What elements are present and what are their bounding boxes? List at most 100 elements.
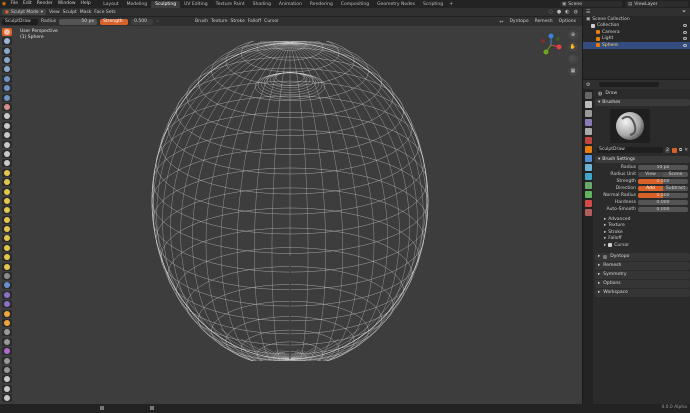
smooth-tool-icon[interactable] [2, 112, 12, 121]
view-layer-selector[interactable]: ▤ ViewLayer [626, 1, 688, 7]
panel-remesh[interactable]: ▸ Remesh [595, 261, 690, 270]
elastic-deform-tool-icon[interactable] [2, 178, 12, 187]
menu-render[interactable]: Render [34, 0, 55, 8]
menu-face-sets[interactable]: Face Sets [94, 10, 115, 15]
outliner-row-sphere[interactable]: Sphere [583, 42, 690, 49]
snake-hook-tool-icon[interactable] [2, 187, 12, 196]
color-filter-tool-icon[interactable] [2, 394, 12, 403]
tool-tab-icon[interactable] [584, 92, 592, 99]
new-brush-icon[interactable]: ⧉ [679, 147, 682, 153]
direction-add[interactable]: Add [638, 185, 663, 192]
material-tab-icon[interactable] [584, 200, 592, 207]
physics-tab-icon[interactable] [584, 173, 592, 180]
data-tab-icon[interactable] [584, 191, 592, 198]
layer-tool-icon[interactable] [2, 74, 12, 83]
radius-unit-scene[interactable]: Scene [663, 171, 688, 178]
thumb-tool-icon[interactable] [2, 197, 12, 205]
draw-tool-icon[interactable] [2, 28, 12, 36]
tab-compositing[interactable]: Compositing [337, 1, 373, 8]
brush-settings-panel-header[interactable]: ▾ Brush Settings [595, 156, 690, 163]
multires-displacement-eraser-tool-icon[interactable] [2, 290, 12, 299]
panel-symmetry[interactable]: ▸ Symmetry [595, 270, 690, 279]
camera-view-icon[interactable]: 🎥 [568, 54, 578, 64]
viewport-shading-rendered-icon[interactable]: ◍ [574, 9, 578, 15]
scene-tab-icon[interactable] [584, 128, 592, 135]
modifier-tab-icon[interactable] [584, 155, 592, 162]
draw-sharp-tool-icon[interactable] [2, 37, 12, 46]
blender-logo-icon[interactable]: ◉ [0, 0, 8, 8]
navigation-gizmo[interactable] [538, 32, 564, 58]
normal-radius-slider[interactable]: 0.500 [638, 192, 688, 199]
grid-icon[interactable]: ▦ [568, 66, 578, 76]
delete-brush-icon[interactable]: ✕ [684, 148, 688, 153]
boundary-tool-icon[interactable] [2, 243, 12, 252]
smear-tool-icon[interactable] [2, 319, 12, 327]
fake-user-icon[interactable] [672, 147, 677, 153]
menu-help[interactable]: Help [78, 0, 93, 8]
autosmooth-slider[interactable]: 0.000 [638, 206, 688, 213]
fill-tool-icon[interactable] [2, 131, 12, 140]
mesh-filter-tool-icon[interactable] [2, 375, 12, 384]
viewport-shading-wireframe-icon[interactable]: ◌ [549, 9, 553, 15]
remesh-dropdown[interactable]: Remesh [535, 19, 553, 25]
texture-dropdown[interactable]: Texture [211, 19, 227, 24]
scene-selector[interactable]: ▣ Scene [560, 1, 622, 7]
object-tab-icon[interactable] [584, 146, 592, 153]
radius-field[interactable]: 50 px [638, 164, 688, 171]
slide-relax-tool-icon[interactable] [2, 234, 12, 243]
brush-dropdown[interactable]: Brush [195, 19, 208, 24]
clay-strips-tool-icon[interactable] [2, 56, 12, 64]
cloth-filter-tool-icon[interactable] [2, 384, 12, 393]
menu-window[interactable]: Window [55, 0, 78, 8]
cursor-checkbox[interactable] [608, 243, 613, 248]
box-trim-tool-icon[interactable] [2, 356, 12, 365]
multiplane-scrape-tool-icon[interactable] [2, 150, 12, 158]
clay-thumb-tool-icon[interactable] [2, 65, 12, 74]
brushes-panel-header[interactable]: ▾ Brushes [595, 99, 690, 106]
3d-viewport[interactable]: User Perspective (1) Sphere ⊕ ✋ 🎥 ▦ [0, 26, 582, 412]
mode-dropdown[interactable]: ● Sculpt Mode ▾ [2, 9, 46, 15]
texture-tab-icon[interactable] [584, 209, 592, 216]
tab-geometry-nodes[interactable]: Geometry Nodes [373, 1, 419, 8]
tab-shading[interactable]: Shading [249, 1, 275, 8]
tab-sculpting[interactable]: Sculpting [151, 0, 181, 8]
dyntopo-checkbox[interactable] [603, 254, 608, 259]
hardness-slider[interactable]: 0.000 [638, 199, 688, 206]
output-tab-icon[interactable] [584, 110, 592, 117]
properties-search[interactable] [599, 82, 660, 87]
blob-tool-icon[interactable] [2, 93, 12, 102]
menu-mask[interactable]: Mask [80, 10, 92, 15]
viewport-shading-material-icon[interactable]: ◐ [565, 9, 569, 15]
panel-workspace[interactable]: ▸ Workspace [595, 288, 690, 297]
brush-selector[interactable]: SculptDraw [2, 18, 38, 25]
line-project-tool-icon[interactable] [2, 366, 12, 374]
box-face-set-tool-icon[interactable] [2, 347, 12, 356]
panel-dyntopo[interactable]: ▸ Dyntopo [595, 252, 690, 261]
cloth-tool-icon[interactable] [2, 253, 12, 262]
constraints-tab-icon[interactable] [584, 182, 592, 189]
render-tab-icon[interactable] [584, 101, 592, 108]
strength-slider[interactable]: 0.500 [638, 178, 688, 185]
menu-view[interactable]: View [49, 10, 60, 15]
tab-texture-paint[interactable]: Texture Paint [212, 1, 249, 8]
visibility-eye-icon[interactable] [683, 37, 687, 41]
filter-icon[interactable]: ⏷ [682, 9, 686, 15]
dyntopo-toggle[interactable]: Dyntopo [509, 19, 528, 25]
tab-modeling[interactable]: Modeling [123, 1, 151, 8]
mask-tool-icon[interactable] [2, 272, 12, 280]
flatten-tool-icon[interactable] [2, 121, 12, 130]
tab-layout[interactable]: Layout [99, 1, 122, 8]
cursor-dropdown[interactable]: Cursor [264, 19, 279, 24]
world-tab-icon[interactable] [584, 137, 592, 144]
wireframe-sphere[interactable] [150, 41, 430, 361]
scrape-tool-icon[interactable] [2, 140, 12, 149]
box-mask-tool-icon[interactable] [2, 328, 12, 337]
radius-unit-view[interactable]: View [638, 171, 663, 178]
menu-file[interactable]: File [8, 0, 21, 8]
falloff-dropdown[interactable]: Falloff [248, 19, 261, 24]
pose-tool-icon[interactable] [2, 206, 12, 215]
options-dropdown[interactable]: Options [559, 19, 576, 25]
tab-scripting[interactable]: Scripting [419, 1, 447, 8]
visibility-eye-icon[interactable] [683, 24, 687, 28]
zoom-icon[interactable]: ⊕ [568, 30, 578, 40]
